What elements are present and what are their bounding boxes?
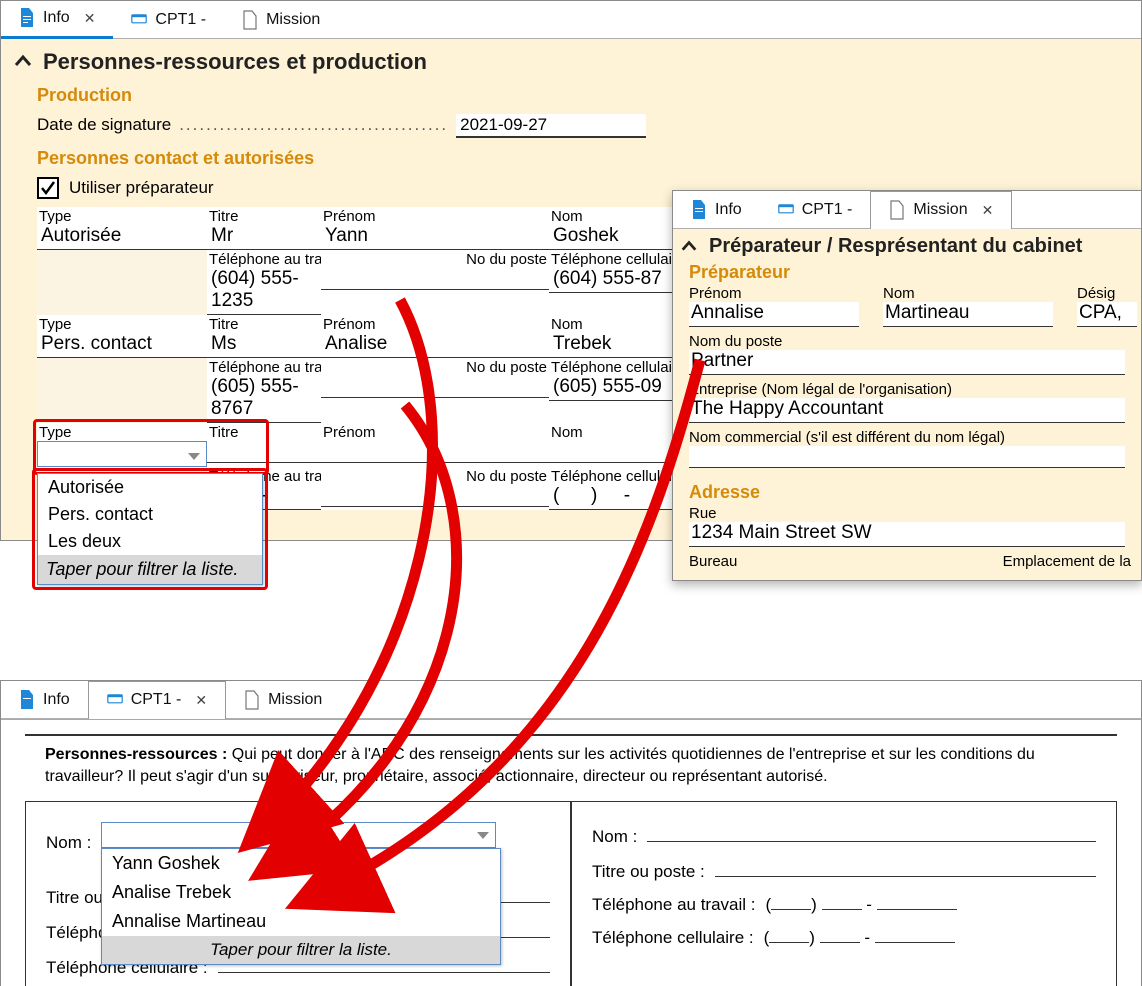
row1-type[interactable]: Autorisée bbox=[37, 225, 207, 250]
form-icon bbox=[107, 690, 123, 710]
resource-left: Nom : Yann Goshek Analise Trebek Annalis… bbox=[25, 801, 571, 986]
tab-mission[interactable]: Mission bbox=[224, 1, 338, 39]
date-signature-input[interactable] bbox=[456, 114, 646, 138]
panel-mission: Info CPT1 - Mission ✕ Préparateur / Resp… bbox=[672, 190, 1142, 581]
chevron-up-icon[interactable] bbox=[679, 237, 699, 257]
panel-cpt1: Info CPT1 - ✕ Mission Personnes-ressourc… bbox=[0, 680, 1142, 986]
row3-no-poste[interactable] bbox=[321, 485, 549, 507]
dots-decoration: ........................................ bbox=[179, 115, 448, 135]
prep-nom[interactable]: Martineau bbox=[883, 302, 1053, 327]
titre-input-right[interactable] bbox=[715, 857, 1096, 877]
tab-info[interactable]: Info bbox=[673, 191, 760, 229]
col-type: Type bbox=[37, 207, 207, 225]
resource-right: Nom : Titre ou poste : Téléphone au trav… bbox=[571, 801, 1117, 986]
col-nom: Nom bbox=[549, 207, 677, 225]
page-icon bbox=[242, 10, 258, 30]
tab-bar-3: Info CPT1 - ✕ Mission bbox=[1, 681, 1141, 719]
tab-mission[interactable]: Mission bbox=[226, 681, 340, 719]
row1-prenom[interactable]: Yann bbox=[321, 225, 549, 250]
row1-tel-travail[interactable]: (604) 555-1235 bbox=[207, 268, 321, 315]
row2-nom[interactable]: Trebek bbox=[549, 333, 677, 358]
prep-prenom[interactable]: Annalise bbox=[689, 302, 859, 327]
row3-tel-cell[interactable]: ( ) - bbox=[549, 485, 677, 510]
prep-rue[interactable]: 1234 Main Street SW bbox=[689, 522, 1125, 547]
use-preparer-checkbox[interactable] bbox=[37, 177, 59, 199]
row3-nom[interactable] bbox=[549, 441, 677, 463]
nom-label: Nom : bbox=[46, 833, 91, 853]
preparateur-heading: Préparateur bbox=[689, 262, 1141, 283]
type-option[interactable]: Pers. contact bbox=[38, 501, 262, 528]
form-icon bbox=[778, 200, 794, 220]
row2-titre[interactable]: Ms bbox=[207, 333, 321, 358]
nom-option[interactable]: Yann Goshek bbox=[102, 849, 500, 878]
row2-tel-cell[interactable]: (605) 555-09 bbox=[549, 376, 677, 401]
nom-dropdown-list: Yann Goshek Analise Trebek Annalise Mart… bbox=[101, 848, 501, 965]
row3-prenom[interactable] bbox=[321, 441, 549, 463]
tab-cpt1[interactable]: CPT1 - ✕ bbox=[88, 681, 226, 719]
row1-nom[interactable]: Goshek bbox=[549, 225, 677, 250]
tab-info-label: Info bbox=[43, 9, 70, 27]
row1-titre[interactable]: Mr bbox=[207, 225, 321, 250]
col-prenom: Prénom bbox=[321, 207, 549, 225]
tab-cpt1-label: CPT1 - bbox=[155, 11, 206, 29]
row2-prenom[interactable]: Analise bbox=[321, 333, 549, 358]
type-dropdown-list: Autorisée Pers. contact Les deux Taper p… bbox=[37, 473, 263, 585]
tab-info[interactable]: Info ✕ bbox=[1, 1, 113, 39]
type-option[interactable]: Autorisée bbox=[38, 474, 262, 501]
tab-info[interactable]: Info bbox=[1, 681, 88, 719]
close-icon[interactable]: ✕ bbox=[982, 202, 994, 219]
bureau-label: Bureau bbox=[689, 553, 737, 570]
tab-mission[interactable]: Mission ✕ bbox=[870, 191, 1012, 229]
prep-poste[interactable]: Partner bbox=[689, 350, 1125, 375]
nom-dropdown-input[interactable] bbox=[101, 822, 496, 848]
prep-entreprise[interactable]: The Happy Accountant bbox=[689, 398, 1125, 423]
page-icon bbox=[889, 200, 905, 220]
page-icon bbox=[244, 690, 260, 710]
resources-description: Personnes-ressources : Qui peut donner à… bbox=[45, 744, 1097, 787]
tab-cpt1[interactable]: CPT1 - bbox=[760, 191, 871, 229]
filter-hint: Taper pour filtrer la liste. bbox=[102, 936, 500, 964]
chevron-down-icon bbox=[477, 832, 489, 839]
nom-input-right[interactable] bbox=[647, 822, 1096, 842]
use-preparer-label: Utiliser préparateur bbox=[69, 178, 214, 198]
date-signature-label: Date de signature bbox=[37, 115, 171, 135]
row2-no-poste[interactable] bbox=[321, 376, 549, 398]
nom-option[interactable]: Analise Trebek bbox=[102, 878, 500, 907]
doc-icon bbox=[691, 200, 707, 220]
contacts-heading: Personnes contact et autorisées bbox=[37, 148, 1141, 169]
prep-commercial[interactable] bbox=[689, 446, 1125, 468]
production-heading: Production bbox=[37, 85, 1141, 106]
tel-cell-right[interactable]: () - bbox=[764, 925, 955, 948]
doc-icon bbox=[19, 690, 35, 710]
close-icon[interactable]: ✕ bbox=[84, 10, 96, 27]
tab-mission-label: Mission bbox=[266, 11, 320, 29]
tab-bar-2: Info CPT1 - Mission ✕ bbox=[673, 191, 1141, 229]
type-option[interactable]: Les deux bbox=[38, 528, 262, 555]
row2-type[interactable]: Pers. contact bbox=[37, 333, 207, 358]
close-icon[interactable]: ✕ bbox=[195, 692, 207, 709]
col-tel-travail: Téléphone au travail bbox=[207, 250, 321, 268]
form-icon bbox=[131, 10, 147, 30]
chevron-up-icon[interactable] bbox=[13, 52, 33, 72]
col-tel-cell: Téléphone cellulaire bbox=[549, 250, 677, 268]
tel-travail-right[interactable]: () - bbox=[766, 892, 957, 915]
row2-tel-travail[interactable]: (605) 555-8767 bbox=[207, 376, 321, 423]
panel2-section-title: Préparateur / Resprésentant du cabinet bbox=[709, 235, 1082, 258]
tab-cpt1[interactable]: CPT1 - bbox=[113, 1, 224, 39]
nom-option[interactable]: Annalise Martineau bbox=[102, 907, 500, 936]
col-titre: Titre bbox=[207, 207, 321, 225]
adresse-heading: Adresse bbox=[689, 482, 1141, 503]
prep-desig[interactable]: CPA, bbox=[1077, 302, 1137, 327]
row1-tel-cell[interactable]: (604) 555-87 bbox=[549, 268, 677, 293]
filter-hint: Taper pour filtrer la liste. bbox=[38, 555, 262, 584]
tab-bar-1: Info ✕ CPT1 - Mission bbox=[1, 1, 1141, 39]
section-title: Personnes-ressources et production bbox=[43, 49, 427, 75]
doc-icon bbox=[19, 8, 35, 28]
col-no-poste: No du poste bbox=[321, 250, 549, 268]
emplacement-label: Emplacement de la bbox=[1003, 553, 1131, 570]
row1-no-poste[interactable] bbox=[321, 268, 549, 290]
